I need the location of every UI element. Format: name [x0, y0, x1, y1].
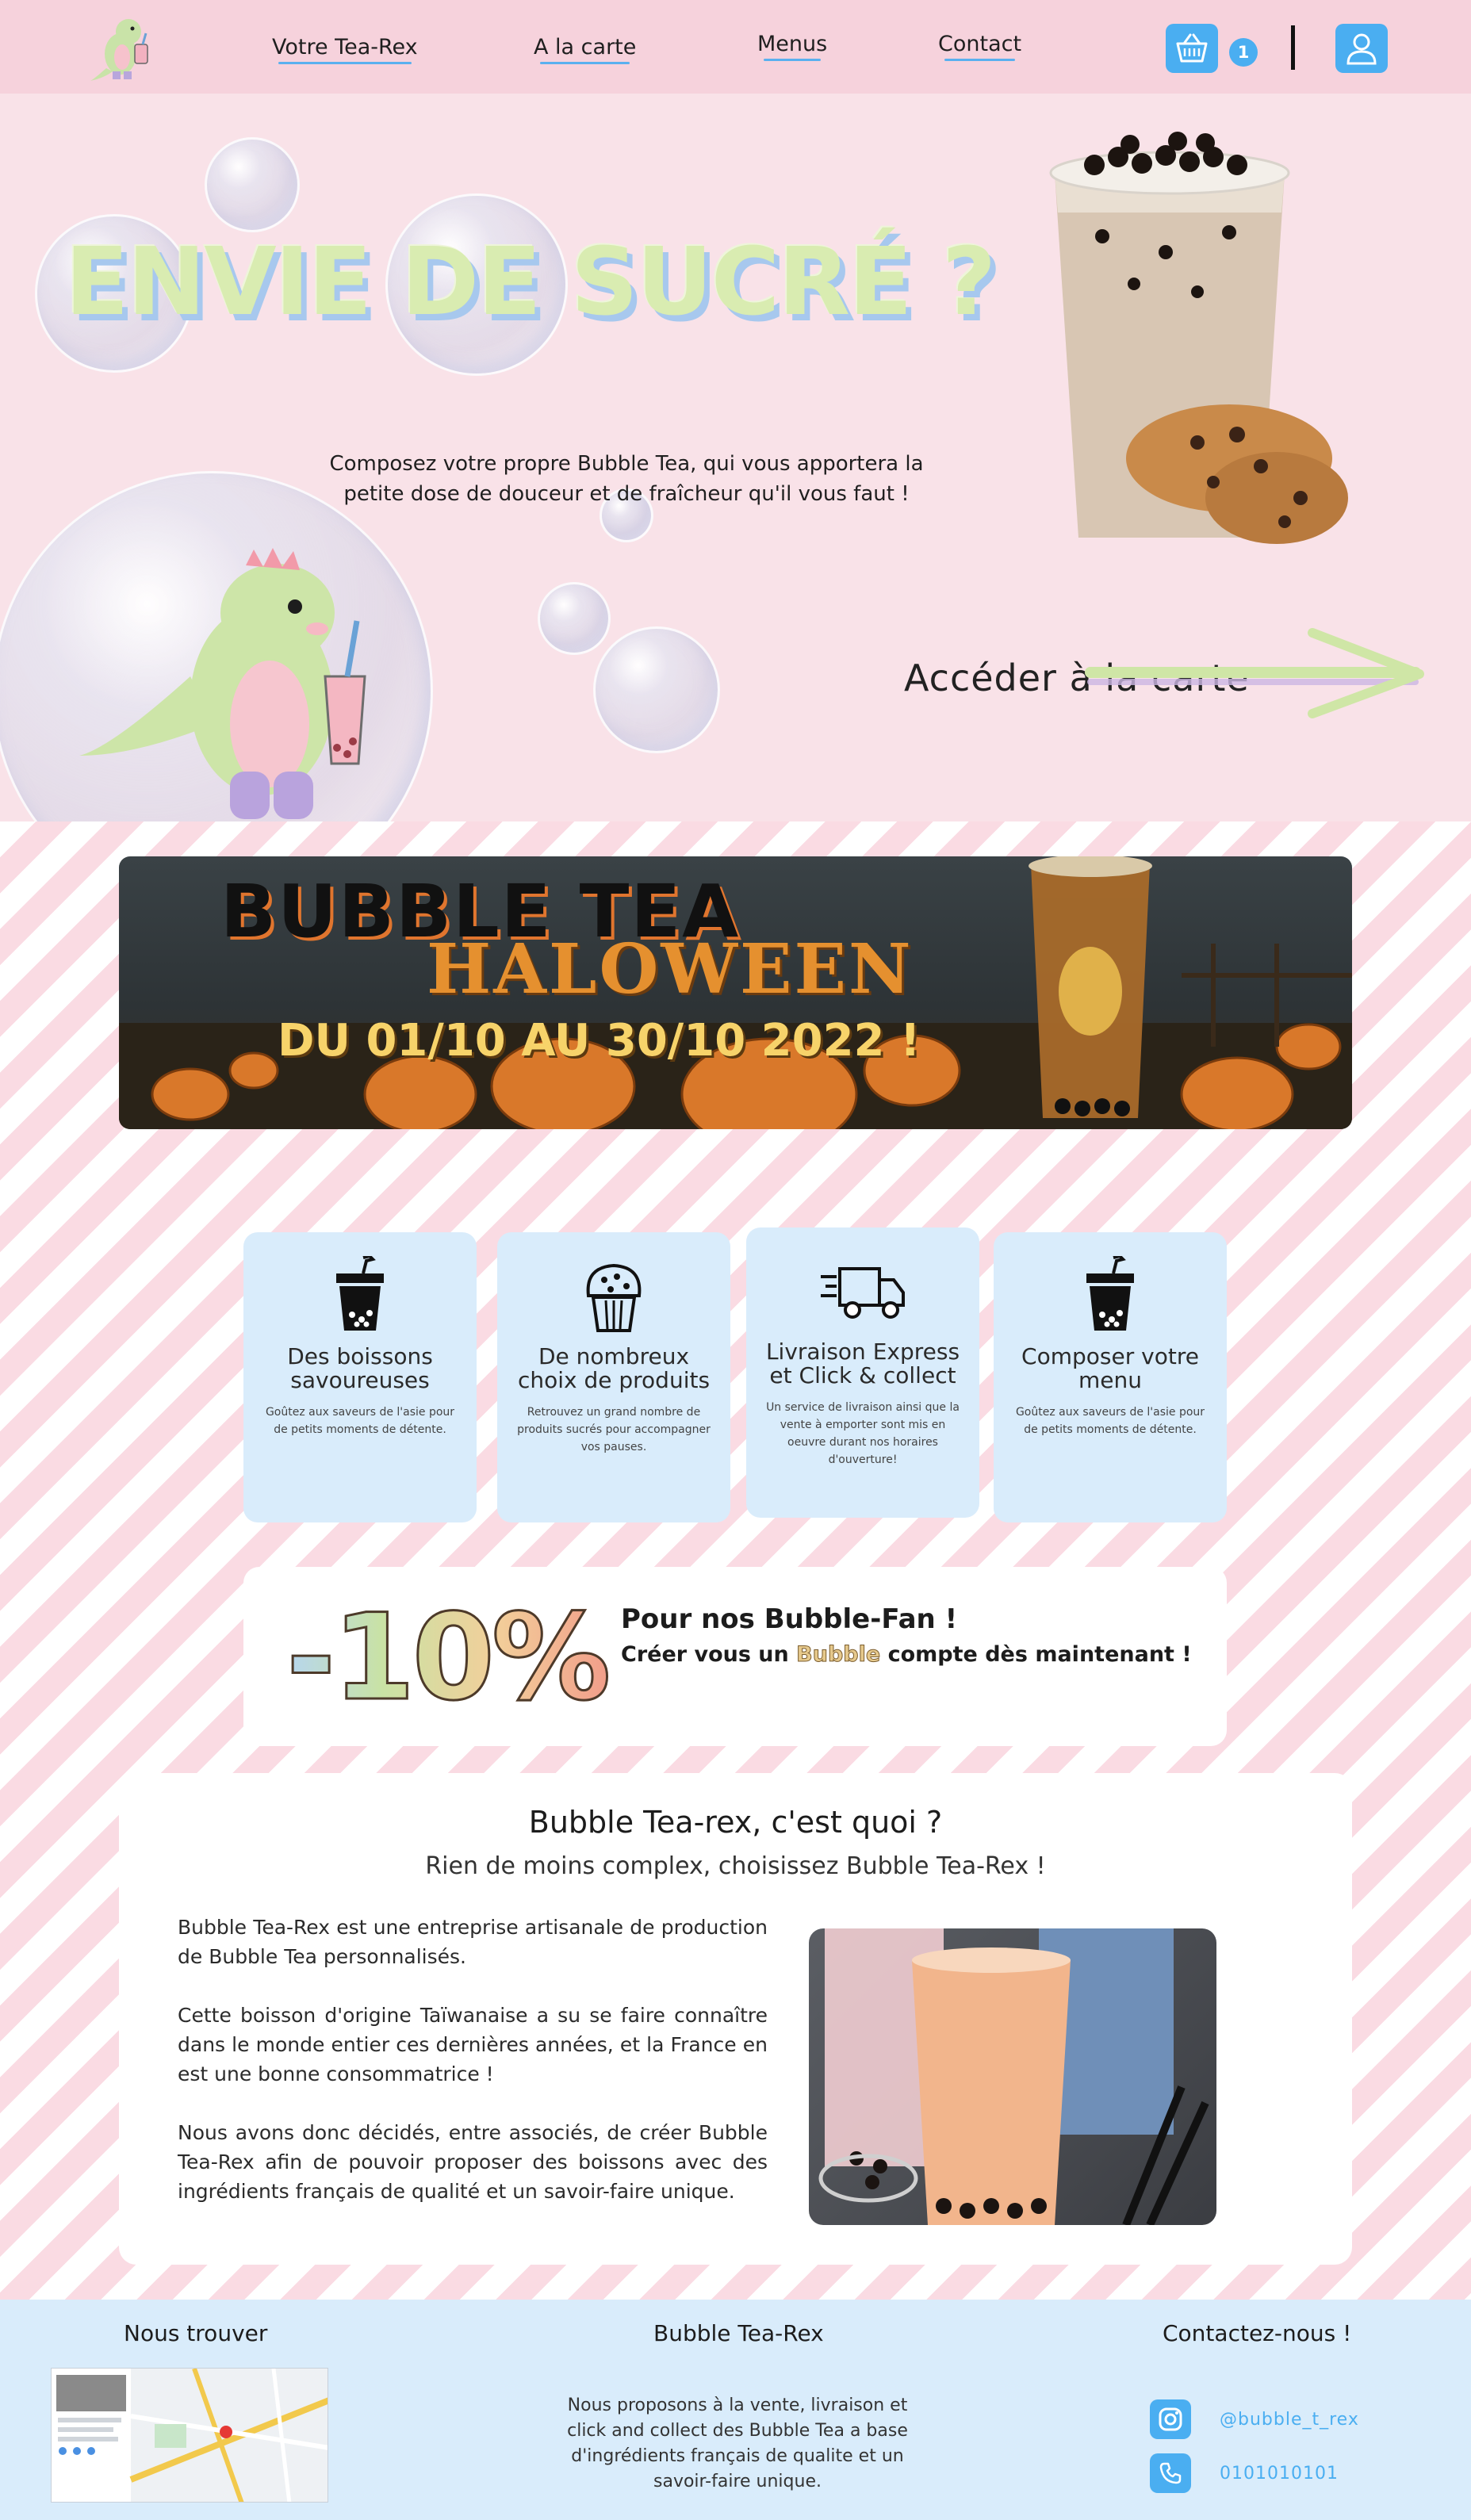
- about-paragraph: Bubble Tea-Rex est une entreprise artisa…: [178, 1916, 768, 1968]
- feature-card[interactable]: Livraison Express et Click & collect Un …: [746, 1227, 979, 1518]
- footer-brand-heading: Bubble Tea-Rex: [653, 2320, 824, 2346]
- feature-card[interactable]: Composer votre menu Goûtez aux saveurs d…: [994, 1232, 1227, 1522]
- feature-card[interactable]: Des boissons savoureuses Goûtez aux save…: [243, 1232, 477, 1522]
- about-title: Bubble Tea-rex, c'est quoi ?: [528, 1805, 943, 1840]
- phone-icon: [1150, 2453, 1191, 2493]
- phone-number[interactable]: 0101010101: [1220, 2464, 1339, 2484]
- hero-subtitle-line: Composez votre propre Bubble Tea, qui vo…: [329, 452, 924, 476]
- hero-section: ENVIE DE SUCRÉ ? Composez votre propre B…: [0, 94, 1471, 821]
- hero-title: ENVIE DE SUCRÉ ?: [65, 227, 996, 336]
- feature-description: Goûtez aux saveurs de l'asie pour de pet…: [1015, 1406, 1205, 1436]
- about-paragraph: Nous avons donc décidés, entre associés,…: [178, 2121, 768, 2203]
- decorative-bubble: [593, 626, 720, 753]
- nav-link-a-la-carte[interactable]: A la carte: [534, 35, 636, 64]
- tea-rex-logo[interactable]: [89, 13, 162, 82]
- about-text: Bubble Tea-Rex est une entreprise artisa…: [178, 1913, 768, 2235]
- location-map[interactable]: [51, 2368, 328, 2503]
- delivery-truck-icon: [821, 1267, 905, 1319]
- footer-brand-description: Nous proposons à la vente, livraison et …: [567, 2396, 908, 2491]
- feature-title: Composer votre menu: [1021, 1343, 1199, 1393]
- muffin-icon: [586, 1263, 642, 1332]
- nav-link-votre-tea-rex[interactable]: Votre Tea-Rex: [272, 35, 418, 64]
- basket-icon: [1176, 33, 1208, 63]
- arrow-right-icon[interactable]: [1075, 625, 1439, 720]
- feature-description: Goûtez aux saveurs de l'asie pour de pet…: [265, 1406, 455, 1436]
- promo-subtitle: Créer vous un Bubble compte dès maintena…: [621, 1642, 1192, 1668]
- promo-title: Pour nos Bubble-Fan !: [621, 1603, 958, 1635]
- feature-title: Livraison Express et Click & collect: [765, 1339, 960, 1388]
- feature-title: Des boissons savoureuses: [287, 1343, 433, 1393]
- phone-contact[interactable]: 0101010101: [1150, 2453, 1339, 2493]
- about-paragraph: Cette boisson d'origine Taïwanaise a su …: [178, 2004, 768, 2085]
- feature-description: Un service de livraison ainsi que la ven…: [766, 1401, 960, 1466]
- decorative-bubble: [205, 137, 300, 232]
- bubble-tea-cup-icon: [1086, 1254, 1134, 1331]
- nav-divider: [1291, 25, 1295, 70]
- about-subtitle: Rien de moins complex, choisissez Bubble…: [425, 1852, 1046, 1880]
- halloween-promo-banner[interactable]: BUBBLE TEA HALOWEEN DU 01/10 AU 30/10 20…: [119, 856, 1352, 1129]
- feature-title: De nombreux choix de produits: [517, 1343, 711, 1393]
- promo-discount: -10%: [285, 1588, 611, 1729]
- footer-find-heading: Nous trouver: [124, 2320, 268, 2346]
- main-content: BUBBLE TEA HALOWEEN DU 01/10 AU 30/10 20…: [0, 821, 1471, 2300]
- promo-sub-highlight: Bubble: [796, 1642, 881, 1668]
- user-icon: [1347, 33, 1377, 65]
- promo-sub-text: Créer vous un: [621, 1642, 797, 1667]
- cart-button[interactable]: [1166, 24, 1218, 73]
- bubble-tea-cup-icon: [336, 1254, 384, 1331]
- feature-card[interactable]: De nombreux choix de produits Retrouvez …: [497, 1232, 730, 1522]
- dino-mascot-illustration: [79, 548, 366, 819]
- bubble-tea-cookies-image: [1049, 132, 1348, 544]
- nav-link-menus[interactable]: Menus: [757, 32, 827, 61]
- about-section: Bubble Tea-rex, c'est quoi ? Rien de moi…: [119, 1773, 1352, 2265]
- instagram-icon: [1150, 2399, 1191, 2439]
- signup-promo-card[interactable]: -10% Pour nos Bubble-Fan ! Créer vous un…: [243, 1567, 1227, 1746]
- nav-link-contact[interactable]: Contact: [938, 32, 1021, 61]
- cart-count-badge: 1: [1229, 38, 1258, 67]
- account-button[interactable]: [1335, 24, 1388, 73]
- features-grid: Des boissons savoureuses Goûtez aux save…: [243, 1227, 1227, 1524]
- navbar: Votre Tea-Rex A la carte Menus Contact 1: [0, 0, 1471, 94]
- promo-sub-text: compte dès maintenant !: [880, 1642, 1192, 1667]
- decorative-bubble: [538, 582, 611, 655]
- footer: Nous trouver Bubble Tea-Rex Nous proposo…: [0, 2300, 1471, 2520]
- banner-dates: DU 01/10 AU 30/10 2022 !: [278, 1015, 921, 1067]
- bubble-tea-photo: [809, 1928, 1216, 2225]
- banner-subtitle: HALOWEEN: [427, 929, 914, 1009]
- feature-description: Retrouvez un grand nombre de produits su…: [517, 1406, 711, 1453]
- instagram-handle[interactable]: @bubble_t_rex: [1220, 2410, 1359, 2430]
- instagram-contact[interactable]: @bubble_t_rex: [1150, 2399, 1359, 2439]
- footer-contact-heading: Contactez-nous !: [1163, 2320, 1352, 2346]
